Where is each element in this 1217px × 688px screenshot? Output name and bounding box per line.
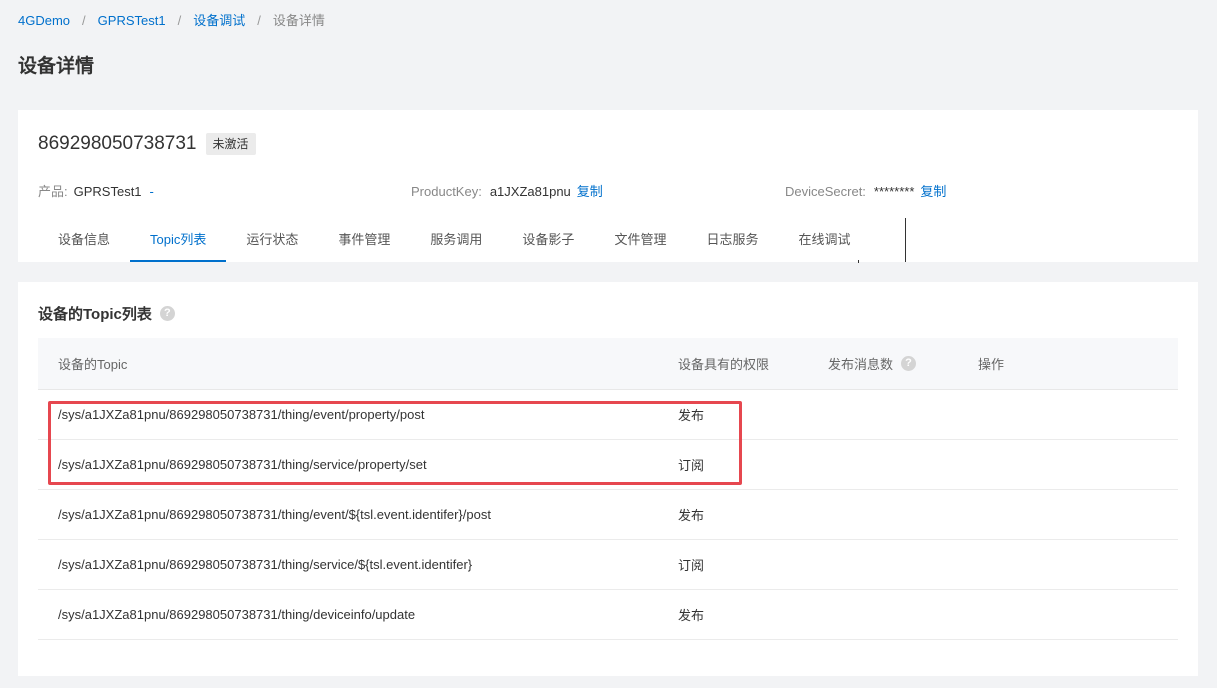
permission-cell: 发布 bbox=[678, 408, 705, 423]
breadcrumb-item-4gdemo[interactable]: 4GDemo bbox=[18, 13, 70, 29]
tab-tick bbox=[858, 260, 859, 263]
topic-cell: /sys/a1JXZa81pnu/869298050738731/thing/s… bbox=[58, 557, 473, 572]
table-header: 设备的Topic 设备具有的权限 发布消息数 ? 操作 bbox=[38, 338, 1178, 390]
tab-file-management[interactable]: 文件管理 bbox=[594, 218, 686, 262]
table-row: /sys/a1JXZa81pnu/869298050738731/thing/s… bbox=[38, 540, 1178, 590]
tab-online-debug[interactable]: 在线调试 bbox=[778, 218, 870, 262]
table-row: /sys/a1JXZa81pnu/869298050738731/thing/e… bbox=[38, 490, 1178, 540]
tab-divider bbox=[905, 218, 906, 262]
tab-device-shadow[interactable]: 设备影子 bbox=[502, 218, 594, 262]
devicesecret-label: DeviceSecret: bbox=[785, 184, 866, 199]
device-tabs: 设备信息 Topic列表 运行状态 事件管理 服务调用 设备影子 文件管理 日志… bbox=[38, 218, 870, 262]
column-header-action: 操作 bbox=[978, 357, 1005, 372]
permission-cell: 订阅 bbox=[678, 558, 705, 573]
device-header: 869298050738731 未激活 bbox=[38, 132, 256, 156]
tab-service-call[interactable]: 服务调用 bbox=[410, 218, 502, 262]
topic-cell: /sys/a1JXZa81pnu/869298050738731/thing/s… bbox=[58, 457, 427, 472]
breadcrumb-separator: / bbox=[177, 13, 182, 28]
permission-cell: 订阅 bbox=[678, 458, 705, 473]
product-label: 产品: bbox=[38, 184, 68, 199]
device-info-card: 869298050738731 未激活 产品: GPRSTest1 - Prod… bbox=[18, 110, 1198, 263]
page-title: 设备详情 bbox=[18, 56, 95, 77]
breadcrumb-separator: / bbox=[82, 13, 86, 28]
section-title-text: 设备的Topic列表 bbox=[38, 306, 152, 323]
table-row: /sys/a1JXZa81pnu/869298050738731/thing/e… bbox=[38, 390, 1178, 440]
breadcrumb-current: 设备详情 bbox=[272, 13, 325, 28]
productkey-label: ProductKey: bbox=[411, 184, 482, 199]
breadcrumb-item-gprstest1[interactable]: GPRSTest1 bbox=[98, 13, 166, 29]
devicesecret-value: ******** bbox=[873, 184, 915, 199]
breadcrumb: 4GDemo / GPRSTest1 / 设备调试 / 设备详情 bbox=[18, 13, 325, 29]
productkey-copy-button[interactable]: 复制 bbox=[577, 184, 603, 200]
column-header-permission: 设备具有的权限 bbox=[678, 357, 770, 372]
productkey-value: a1JXZa81pnu bbox=[489, 184, 571, 199]
breadcrumb-separator: / bbox=[257, 13, 261, 28]
product-link[interactable]: - bbox=[150, 184, 154, 200]
devicesecret-copy-button[interactable]: 复制 bbox=[920, 184, 946, 200]
device-meta-row: 产品: GPRSTest1 - ProductKey: a1JXZa81pnu … bbox=[18, 184, 1198, 200]
topic-list-card: 设备的Topic列表 ? 设备的Topic 设备具有的权限 发布消息数 ? 操作… bbox=[18, 282, 1198, 676]
table-row: /sys/a1JXZa81pnu/869298050738731/thing/d… bbox=[38, 590, 1178, 640]
section-title: 设备的Topic列表 ? bbox=[38, 303, 175, 324]
column-header-message-count-label: 发布消息数 bbox=[828, 357, 894, 372]
breadcrumb-item-device-debug[interactable]: 设备调试 bbox=[193, 13, 245, 29]
tab-event-management[interactable]: 事件管理 bbox=[318, 218, 410, 262]
productkey-meta: ProductKey: a1JXZa81pnu 复制 bbox=[411, 184, 603, 200]
permission-cell: 发布 bbox=[678, 608, 705, 623]
tab-log-service[interactable]: 日志服务 bbox=[686, 218, 778, 262]
table-row: /sys/a1JXZa81pnu/869298050738731/thing/s… bbox=[38, 440, 1178, 490]
question-circle-icon[interactable]: ? bbox=[159, 306, 175, 321]
question-circle-icon[interactable]: ? bbox=[901, 356, 917, 371]
topic-cell: /sys/a1JXZa81pnu/869298050738731/thing/e… bbox=[58, 407, 425, 422]
column-header-topic: 设备的Topic bbox=[58, 357, 128, 372]
topic-cell: /sys/a1JXZa81pnu/869298050738731/thing/e… bbox=[58, 507, 491, 522]
topic-cell: /sys/a1JXZa81pnu/869298050738731/thing/d… bbox=[58, 607, 416, 622]
permission-cell: 发布 bbox=[678, 508, 705, 523]
status-badge: 未激活 bbox=[205, 133, 256, 155]
topic-table: 设备的Topic 设备具有的权限 发布消息数 ? 操作 /sys/a1JXZa8… bbox=[38, 338, 1178, 640]
devicesecret-meta: DeviceSecret: ******** 复制 bbox=[785, 184, 946, 200]
product-value: GPRSTest1 bbox=[73, 184, 142, 199]
device-name: 869298050738731 bbox=[38, 133, 197, 154]
product-meta: 产品: GPRSTest1 - bbox=[38, 184, 154, 200]
tab-run-status[interactable]: 运行状态 bbox=[226, 218, 318, 262]
tab-topic-list[interactable]: Topic列表 bbox=[130, 218, 227, 262]
tab-device-info[interactable]: 设备信息 bbox=[38, 218, 130, 262]
column-header-message-count: 发布消息数 ? bbox=[828, 354, 978, 373]
